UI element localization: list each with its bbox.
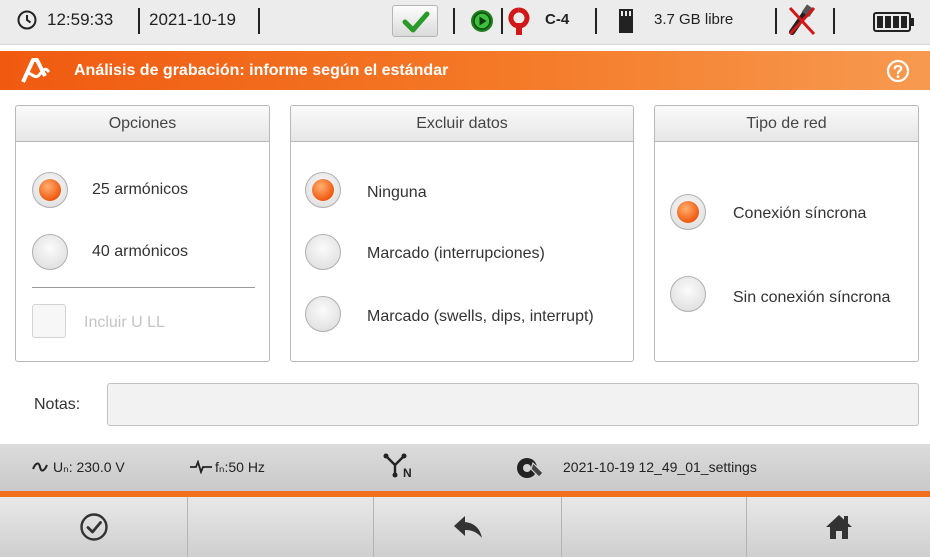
radio-exclude-none[interactable] — [305, 172, 341, 208]
status-time: 12:59:33 — [47, 10, 114, 29]
radio-exclude-interruptions[interactable] — [305, 234, 341, 270]
radio-sync-connection-label: Conexión síncrona — [733, 205, 867, 222]
exclude-data-panel: Excluir datos Ninguna Marcado (interrupc… — [290, 105, 634, 362]
radio-sync-connection[interactable] — [670, 194, 706, 230]
info-bar: Uₙ: 230.0 V fₙ:50 Hz N 2021-10-19 12_49_… — [0, 444, 930, 491]
status-separator — [775, 8, 777, 34]
options-panel-title: Opciones — [16, 106, 269, 142]
radio-exclude-swells-dips[interactable] — [305, 296, 341, 332]
clamp-icon — [508, 7, 530, 37]
status-separator — [258, 8, 260, 34]
status-separator — [833, 8, 835, 34]
back-button[interactable] — [374, 497, 562, 557]
network-type-panel-title: Tipo de red — [655, 106, 918, 142]
function-button-empty[interactable] — [188, 497, 374, 557]
svg-text:N: N — [403, 466, 412, 479]
usb-disconnected-icon — [786, 4, 818, 38]
include-ull-checkbox[interactable] — [32, 304, 66, 338]
nominal-frequency: fₙ:50 Hz — [215, 459, 265, 475]
radio-25-harmonics[interactable] — [32, 172, 68, 208]
options-divider — [32, 287, 255, 288]
radio-no-sync-connection[interactable] — [670, 276, 706, 312]
status-ok-button[interactable] — [392, 5, 438, 37]
exclude-data-panel-title: Excluir datos — [291, 106, 633, 142]
function-button-row — [0, 497, 930, 557]
sd-card-icon — [617, 9, 635, 33]
radio-exclude-interruptions-label: Marcado (interrupciones) — [367, 245, 545, 262]
status-bar: 12:59:33 2021-10-19 C-4 3.7 GB libre — [0, 0, 930, 45]
checkmark-icon — [402, 11, 430, 33]
confirm-icon — [79, 513, 108, 541]
network-type-panel: Tipo de red Conexión síncrona Sin conexi… — [654, 105, 919, 362]
clock-icon — [17, 10, 37, 30]
status-date: 2021-10-19 — [149, 10, 236, 29]
function-button-empty[interactable] — [562, 497, 747, 557]
battery-icon — [873, 12, 915, 32]
home-icon — [825, 515, 852, 539]
radio-40-harmonics-label: 40 armónicos — [92, 243, 189, 260]
app-logo-icon — [20, 58, 50, 84]
title-bar: Análisis de grabación: informe según el … — [0, 51, 930, 90]
clamp-type: C-4 — [545, 11, 570, 28]
status-separator — [453, 8, 455, 34]
nominal-voltage: Uₙ: 230.0 V — [53, 459, 125, 475]
status-separator — [501, 8, 503, 34]
page-title: Análisis de grabación: informe según el … — [74, 62, 449, 79]
options-panel: Opciones 25 armónicos 40 armónicos Inclu… — [15, 105, 270, 362]
settings-file-icon — [515, 455, 545, 481]
radio-no-sync-connection-label: Sin conexión síncrona — [733, 289, 891, 306]
help-button[interactable] — [886, 59, 910, 83]
include-ull-label: Incluir U LL — [84, 314, 165, 331]
radio-exclude-none-label: Ninguna — [367, 184, 427, 201]
radio-exclude-swells-dips-label: Marcado (swells, dips, interrupt) — [367, 308, 594, 325]
status-separator — [595, 8, 597, 34]
status-separator — [138, 8, 140, 34]
frequency-icon — [190, 460, 212, 474]
confirm-button[interactable] — [0, 497, 188, 557]
radio-25-harmonics-label: 25 armónicos — [92, 181, 189, 198]
home-button[interactable] — [747, 497, 930, 557]
help-icon — [886, 59, 910, 83]
notes-label: Notas: — [34, 396, 81, 413]
back-icon — [453, 516, 482, 538]
settings-file-name: 2021-10-19 12_49_01_settings — [563, 459, 757, 475]
radio-40-harmonics[interactable] — [32, 234, 68, 270]
ac-voltage-icon — [32, 461, 48, 473]
storage-free: 3.7 GB libre — [654, 11, 734, 28]
recording-play-icon — [470, 9, 494, 33]
network-star-n-icon: N — [383, 453, 417, 479]
notes-input[interactable] — [107, 383, 919, 426]
